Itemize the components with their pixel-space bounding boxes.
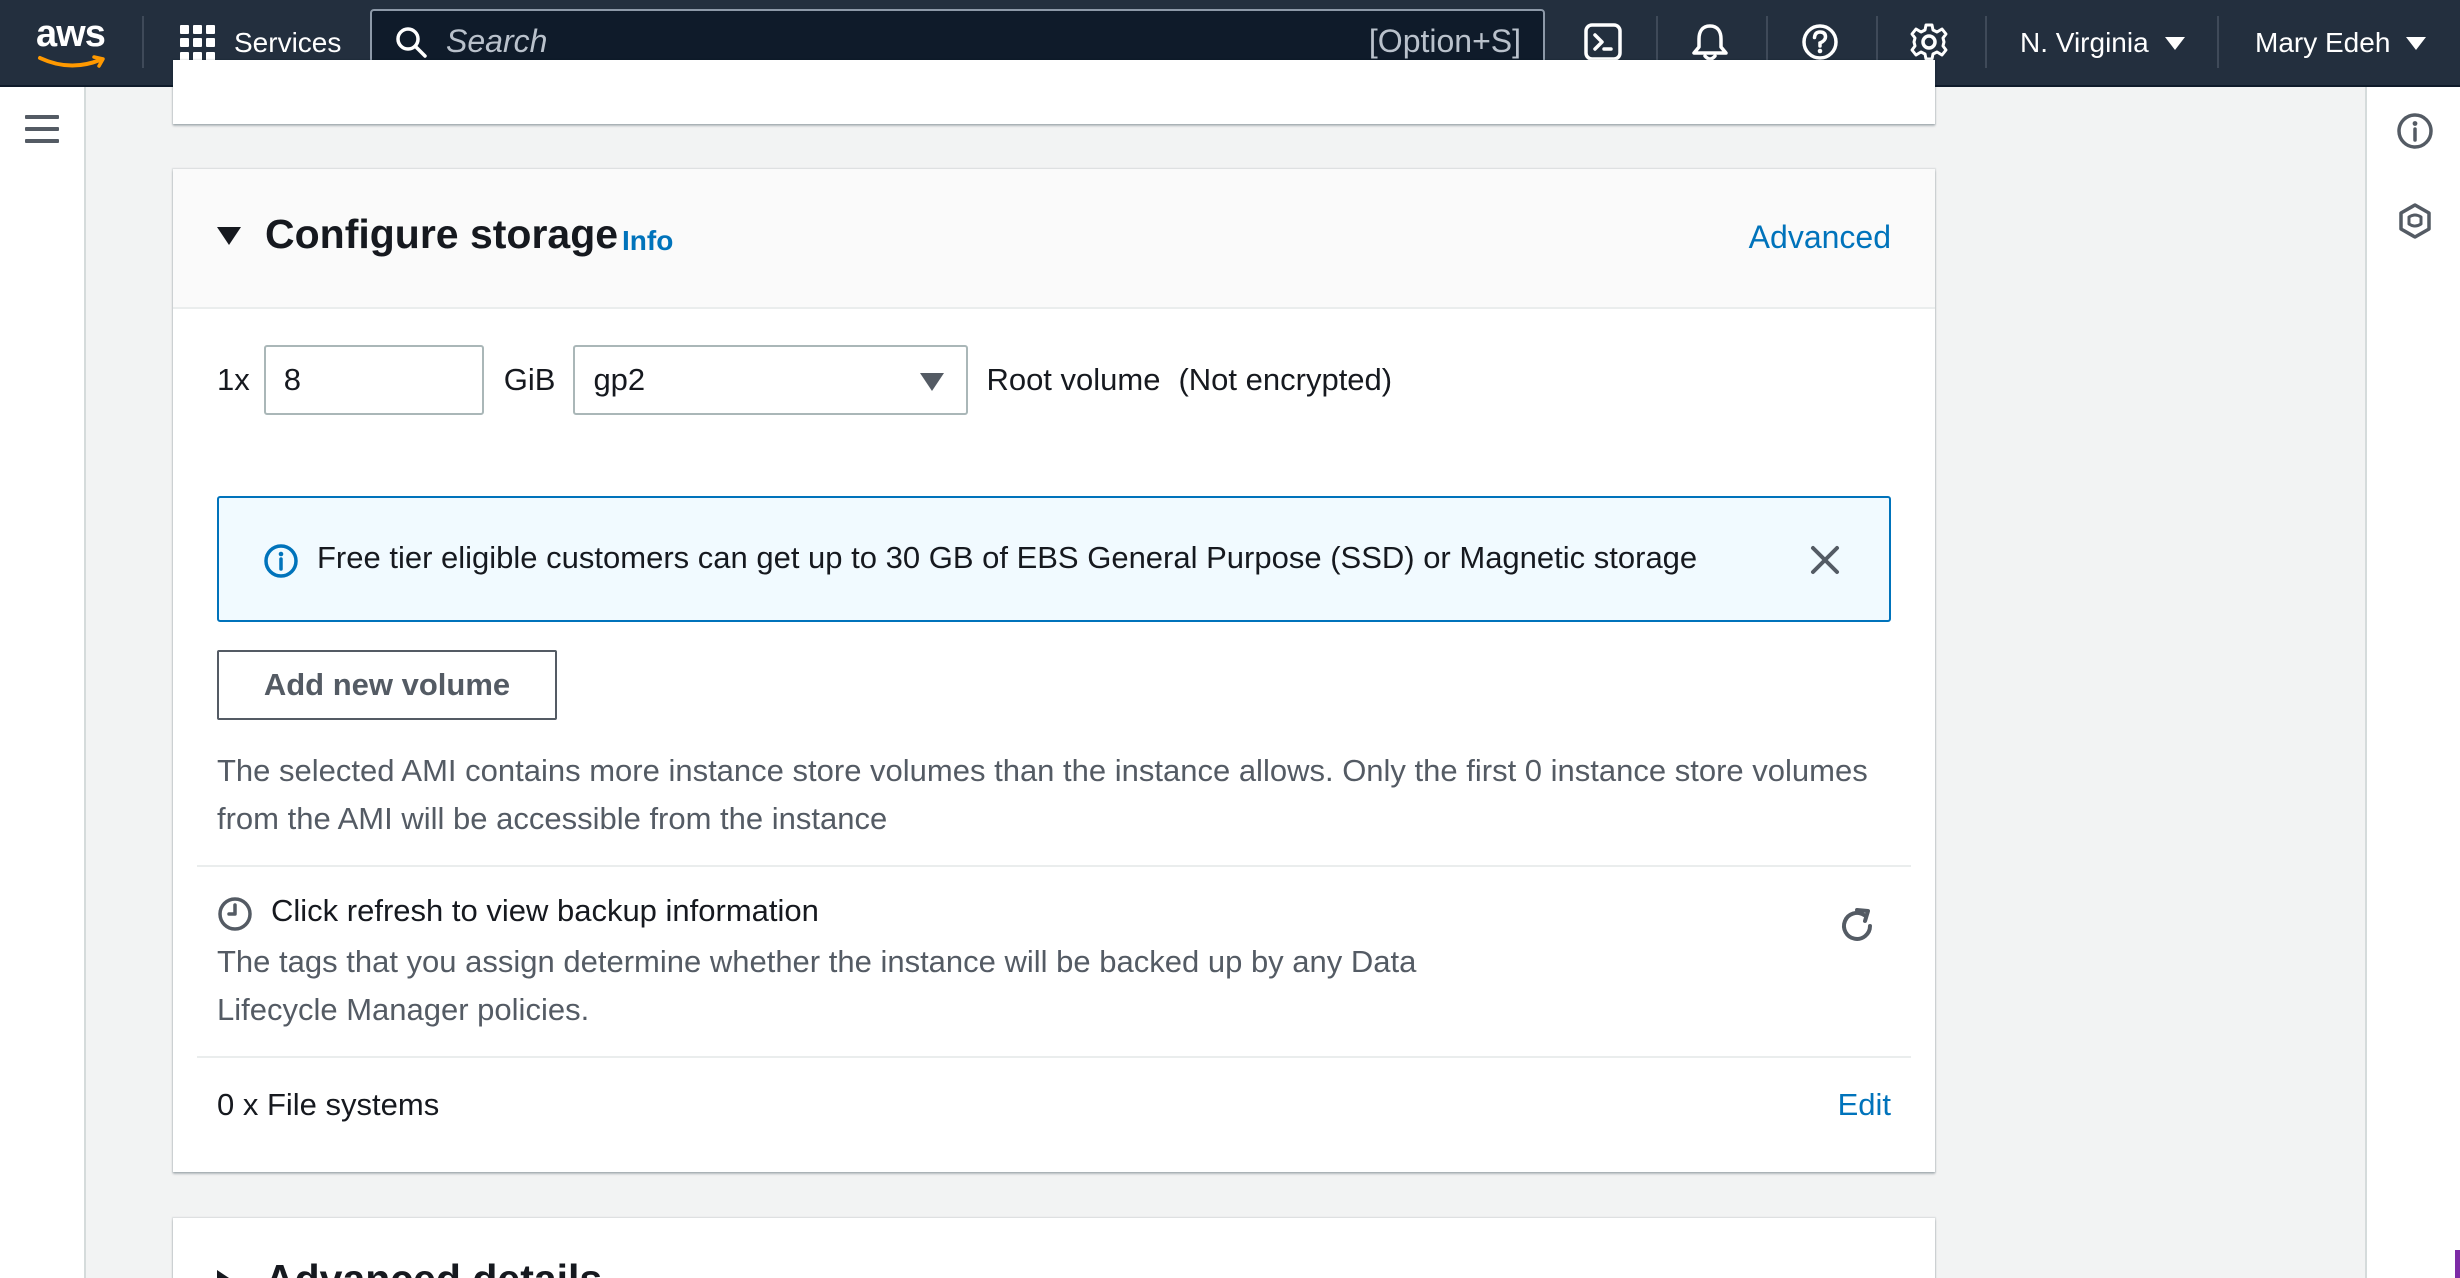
- aws-logo-text: aws: [36, 13, 106, 55]
- refresh-icon[interactable]: [1835, 904, 1879, 948]
- file-systems-label: 0 x File systems: [217, 1087, 440, 1122]
- region-selector[interactable]: N. Virginia: [2020, 22, 2185, 64]
- root-volume-row: 1x GiB gp2 Root volume (Not encrypted): [217, 345, 1392, 415]
- cloud-assistant-icon[interactable]: [2395, 201, 2435, 241]
- settings-gear-icon[interactable]: [1907, 20, 1951, 64]
- root-volume-label: Root volume: [986, 362, 1161, 397]
- volume-unit-label: GiB: [503, 362, 556, 397]
- expand-caret-icon[interactable]: [217, 1270, 235, 1278]
- region-label: N. Virginia: [2020, 27, 2149, 58]
- cloudshell-icon[interactable]: [1581, 20, 1625, 64]
- volume-count-label: 1x: [217, 362, 250, 397]
- notifications-bell-icon[interactable]: [1688, 20, 1732, 64]
- encryption-status-label: (Not encrypted): [1178, 362, 1393, 397]
- services-label: Services: [234, 27, 342, 58]
- right-side-rail: [2365, 87, 2460, 1278]
- volume-type-value: gp2: [593, 362, 646, 397]
- edit-file-systems-link[interactable]: Edit: [1838, 1087, 1891, 1123]
- left-side-rail: [0, 87, 86, 1278]
- volume-size-input[interactable]: [263, 345, 484, 415]
- feedback-tab-edge: [2455, 1250, 2460, 1278]
- nav-separator: [142, 16, 144, 68]
- section-divider: [197, 1056, 1911, 1058]
- advanced-details-panel: Advanced details: [173, 1218, 1935, 1278]
- info-panel-icon[interactable]: [2395, 111, 2435, 151]
- info-link[interactable]: Info: [622, 225, 673, 257]
- aws-logo[interactable]: aws: [36, 14, 110, 68]
- services-menu-button[interactable]: Services: [180, 22, 341, 64]
- info-circle-icon: [264, 544, 298, 578]
- account-menu[interactable]: Mary Edeh: [2255, 22, 2427, 64]
- ami-instance-store-note: The selected AMI contains more instance …: [217, 753, 1868, 836]
- free-tier-info-alert: Free tier eligible customers can get up …: [217, 496, 1891, 622]
- search-input[interactable]: [446, 23, 1369, 60]
- chevron-down-icon: [2406, 36, 2427, 50]
- section-title: Advanced details: [265, 1256, 602, 1278]
- close-icon[interactable]: [1805, 540, 1845, 580]
- volume-type-select[interactable]: gp2: [573, 345, 969, 415]
- apps-grid-icon: [180, 25, 216, 61]
- search-shortcut-hint: [Option+S]: [1368, 23, 1521, 59]
- aws-smile-icon: [38, 55, 105, 68]
- section-divider: [197, 865, 1911, 867]
- configure-storage-header: Configure storage Info Advanced: [173, 169, 1935, 309]
- section-title: Configure storage: [265, 211, 619, 257]
- nav-separator: [2217, 16, 2219, 68]
- add-new-volume-button[interactable]: Add new volume: [217, 650, 557, 720]
- backup-info-description: The tags that you assign determine wheth…: [217, 944, 1417, 1027]
- search-icon: [396, 26, 427, 58]
- nav-separator: [1985, 16, 1987, 68]
- backup-info-title: Click refresh to view backup information: [271, 893, 819, 928]
- clock-icon: [218, 897, 252, 931]
- collapse-caret-icon[interactable]: [217, 227, 241, 245]
- previous-section-panel: [173, 60, 1935, 124]
- user-name-label: Mary Edeh: [2255, 27, 2391, 58]
- configure-storage-panel: Configure storage Info Advanced 1x GiB g…: [173, 169, 1935, 1172]
- dropdown-arrow-icon: [920, 373, 945, 391]
- chevron-down-icon: [2164, 36, 2185, 50]
- alert-message: Free tier eligible customers can get up …: [317, 540, 1698, 575]
- advanced-link[interactable]: Advanced: [1749, 219, 1891, 256]
- menu-hamburger-icon[interactable]: [25, 115, 59, 143]
- help-icon[interactable]: [1798, 20, 1842, 64]
